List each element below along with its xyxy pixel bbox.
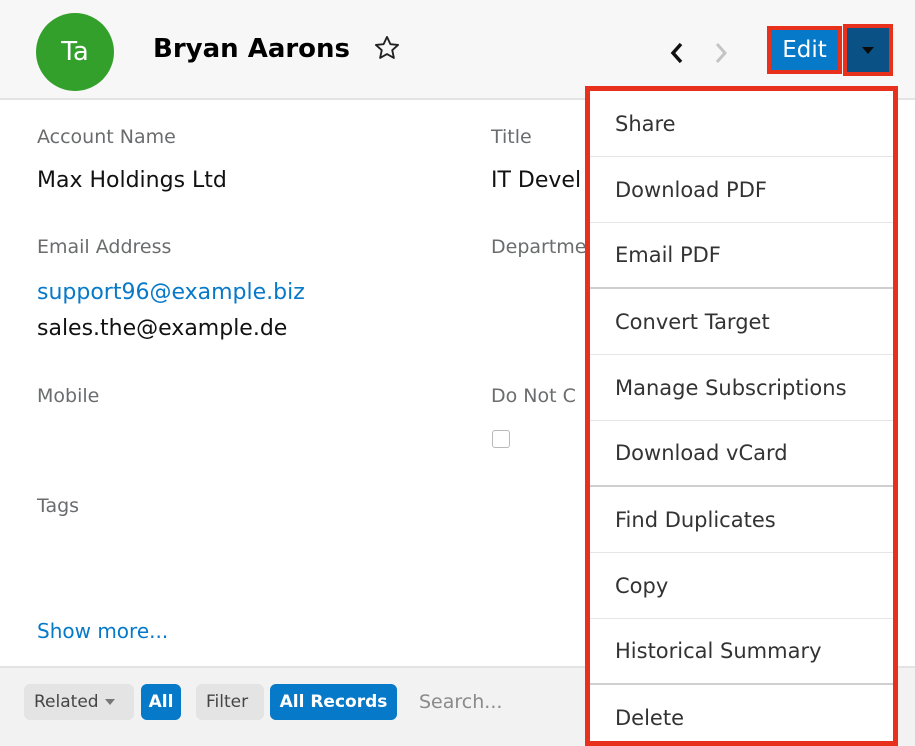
do-not-call-checkbox[interactable] — [492, 430, 510, 448]
email-secondary-link[interactable]: sales.the@example.de — [37, 316, 287, 341]
menu-item-historical-summary[interactable]: Historical Summary — [590, 619, 893, 685]
email-label: Email Address — [37, 236, 172, 258]
chevron-right-icon[interactable] — [712, 40, 730, 66]
menu-item-share[interactable]: Share — [590, 91, 893, 157]
account-name-label: Account Name — [37, 126, 176, 148]
star-icon[interactable] — [373, 34, 401, 62]
chevron-left-icon[interactable] — [668, 40, 686, 66]
title-value[interactable]: IT Devel — [491, 168, 581, 193]
department-label: Departme — [491, 236, 587, 258]
menu-item-copy[interactable]: Copy — [590, 553, 893, 619]
all-records-filter[interactable]: All Records — [270, 684, 397, 720]
do-not-call-label: Do Not C — [491, 385, 576, 407]
menu-item-manage-subscriptions[interactable]: Manage Subscriptions — [590, 355, 893, 421]
edit-button[interactable]: Edit — [767, 26, 842, 74]
caret-down-icon — [862, 47, 874, 54]
account-name-value[interactable]: Max Holdings Ltd — [37, 168, 227, 193]
avatar: Ta — [36, 13, 114, 91]
filter-label: Filter — [196, 684, 264, 720]
email-primary-link[interactable]: support96@example.biz — [37, 280, 305, 305]
menu-item-download-vcard[interactable]: Download vCard — [590, 421, 893, 487]
actions-menu: Share Download PDF Email PDF Convert Tar… — [585, 86, 898, 746]
related-label: Related — [34, 692, 99, 712]
menu-item-download-pdf[interactable]: Download PDF — [590, 157, 893, 223]
caret-down-icon — [104, 699, 115, 705]
actions-dropdown-button[interactable] — [843, 24, 893, 76]
avatar-initials: Ta — [61, 37, 89, 67]
search-input[interactable]: Search... — [419, 691, 502, 713]
related-dropdown[interactable]: Related — [24, 684, 134, 720]
all-modules-button[interactable]: All — [141, 684, 181, 720]
menu-item-delete[interactable]: Delete — [590, 685, 893, 741]
mobile-label: Mobile — [37, 385, 100, 407]
menu-item-convert-target[interactable]: Convert Target — [590, 289, 893, 355]
menu-item-find-duplicates[interactable]: Find Duplicates — [590, 487, 893, 553]
tags-label: Tags — [37, 495, 80, 517]
title-label: Title — [491, 126, 532, 148]
record-name: Bryan Aarons — [153, 34, 351, 64]
show-more-link[interactable]: Show more... — [37, 619, 168, 643]
menu-item-email-pdf[interactable]: Email PDF — [590, 223, 893, 289]
